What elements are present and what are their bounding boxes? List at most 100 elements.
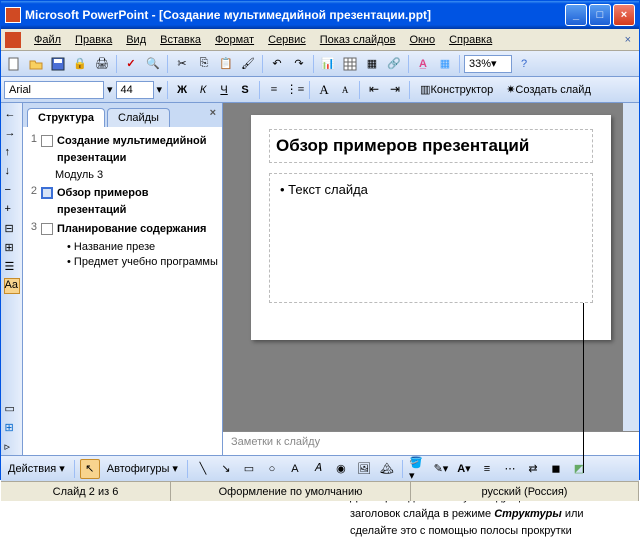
dropdown-icon[interactable]: ▾ bbox=[157, 83, 163, 96]
dropdown-icon[interactable]: ▾ bbox=[107, 83, 113, 96]
outline-bullet[interactable]: • Предмет учебно программы bbox=[67, 256, 218, 268]
arrow-icon[interactable]: ↘ bbox=[216, 459, 236, 479]
numbering-icon[interactable]: ≡ bbox=[265, 81, 283, 99]
cut-icon[interactable]: ✂ bbox=[172, 54, 192, 74]
collapse-all-icon[interactable]: ⊟ bbox=[4, 221, 20, 237]
arrow-style-icon[interactable]: ⇄ bbox=[523, 459, 543, 479]
line-style-icon[interactable]: ≡ bbox=[477, 459, 497, 479]
font-size-select[interactable]: 44 bbox=[116, 81, 154, 99]
shadow-style-icon[interactable]: ◼ bbox=[546, 459, 566, 479]
font-name-select[interactable]: Arial bbox=[4, 81, 104, 99]
print-icon[interactable]: 🖨 bbox=[92, 54, 112, 74]
font-color-icon[interactable]: A▾ bbox=[454, 459, 474, 479]
new-icon[interactable] bbox=[4, 54, 24, 74]
demote-icon[interactable]: → bbox=[4, 126, 20, 142]
bold-button[interactable]: Ж bbox=[173, 81, 191, 99]
hyperlink-icon[interactable]: 🔗 bbox=[384, 54, 404, 74]
new-slide-button[interactable]: ✷ Создать слайд bbox=[501, 80, 596, 100]
bullets-icon[interactable]: ⋮≡ bbox=[286, 81, 304, 99]
minimize-button[interactable]: _ bbox=[565, 4, 587, 26]
outline-item[interactable]: 1 Создание мультимедийной презентации bbox=[27, 133, 218, 166]
slide-body-placeholder[interactable]: • Текст слайда bbox=[269, 173, 593, 303]
menu-window[interactable]: Окно bbox=[403, 32, 443, 48]
tab-outline[interactable]: Структура bbox=[27, 108, 105, 127]
tables-borders-icon[interactable]: ▦ bbox=[362, 54, 382, 74]
move-up-icon[interactable]: ↑ bbox=[4, 145, 20, 161]
increase-indent-icon[interactable]: ⇥ bbox=[386, 81, 404, 99]
increase-font-icon[interactable]: A bbox=[315, 81, 333, 99]
actions-menu[interactable]: Действия ▾ bbox=[4, 462, 69, 475]
textbox-icon[interactable]: A bbox=[285, 459, 305, 479]
outline-subtitle[interactable]: Модуль 3 bbox=[55, 169, 218, 181]
slideshow-icon[interactable]: ▹ bbox=[4, 439, 20, 455]
menu-tools[interactable]: Сервис bbox=[261, 32, 313, 48]
open-icon[interactable] bbox=[26, 54, 46, 74]
menu-insert[interactable]: Вставка bbox=[153, 32, 208, 48]
menu-help[interactable]: Справка bbox=[442, 32, 499, 48]
menu-format[interactable]: Формат bbox=[208, 32, 261, 48]
oval-icon[interactable]: ○ bbox=[262, 459, 282, 479]
show-formatting-icon[interactable]: Aa bbox=[4, 278, 20, 294]
move-down-icon[interactable]: ↓ bbox=[4, 164, 20, 180]
normal-view-icon[interactable]: ▭ bbox=[4, 401, 20, 417]
spellcheck-icon[interactable]: ✓ bbox=[121, 54, 141, 74]
picture-icon[interactable]: 🏔 bbox=[377, 459, 397, 479]
show-grid-icon[interactable]: ▦ bbox=[435, 54, 455, 74]
fill-color-icon[interactable]: 🪣▾ bbox=[408, 459, 428, 479]
status-language[interactable]: русский (Россия) bbox=[411, 482, 639, 501]
slide-title-placeholder[interactable]: Обзор примеров презентаций bbox=[269, 129, 593, 163]
promote-icon[interactable]: ← bbox=[4, 107, 20, 123]
decrease-indent-icon[interactable]: ⇤ bbox=[365, 81, 383, 99]
help-icon[interactable]: ? bbox=[514, 54, 534, 74]
decrease-font-icon[interactable]: A bbox=[336, 81, 354, 99]
diagram-icon[interactable]: ◉ bbox=[331, 459, 351, 479]
outline-item[interactable]: 3 Планирование содержания bbox=[27, 221, 218, 238]
line-icon[interactable]: ╲ bbox=[193, 459, 213, 479]
redo-icon[interactable]: ↷ bbox=[289, 54, 309, 74]
wordart-icon[interactable]: 𝐴 bbox=[308, 459, 328, 479]
chart-icon[interactable]: 📊 bbox=[318, 54, 338, 74]
paste-icon[interactable]: 📋 bbox=[216, 54, 236, 74]
rectangle-icon[interactable]: ▭ bbox=[239, 459, 259, 479]
undo-icon[interactable]: ↶ bbox=[267, 54, 287, 74]
outline-content[interactable]: 1 Создание мультимедийной презентации Мо… bbox=[23, 127, 222, 455]
shadow-button[interactable]: S bbox=[236, 81, 254, 99]
collapse-icon[interactable]: − bbox=[4, 183, 20, 199]
format-painter-icon[interactable]: 🖌 bbox=[238, 54, 258, 74]
designer-button[interactable]: ▥ Конструктор bbox=[415, 80, 498, 100]
slide-icon[interactable] bbox=[41, 223, 53, 235]
menu-view[interactable]: Вид bbox=[119, 32, 153, 48]
copy-icon[interactable]: ⎘ bbox=[194, 54, 214, 74]
table-icon[interactable] bbox=[340, 54, 360, 74]
menu-slideshow[interactable]: Показ слайдов bbox=[313, 32, 403, 48]
summary-icon[interactable]: ☰ bbox=[4, 259, 20, 275]
expand-icon[interactable]: A̲ bbox=[413, 54, 433, 74]
autoshapes-menu[interactable]: Автофигуры ▾ bbox=[103, 462, 182, 475]
menu-edit[interactable]: Правка bbox=[68, 32, 119, 48]
line-color-icon[interactable]: ✎▾ bbox=[431, 459, 451, 479]
slide-bullet[interactable]: • Текст слайда bbox=[280, 182, 582, 197]
slide-icon[interactable] bbox=[41, 135, 53, 147]
expand-icon[interactable]: + bbox=[4, 202, 20, 218]
slide-area[interactable]: Обзор примеров презентаций • Текст слайд… bbox=[223, 103, 639, 431]
vertical-scrollbar[interactable] bbox=[623, 103, 639, 431]
italic-button[interactable]: К bbox=[194, 81, 212, 99]
tab-slides[interactable]: Слайды bbox=[107, 108, 170, 127]
slide-icon[interactable] bbox=[41, 187, 53, 199]
underline-button[interactable]: Ч bbox=[215, 81, 233, 99]
dash-style-icon[interactable]: ⋯ bbox=[500, 459, 520, 479]
maximize-button[interactable]: □ bbox=[589, 4, 611, 26]
help-question[interactable]: × bbox=[619, 32, 637, 48]
save-icon[interactable] bbox=[48, 54, 68, 74]
outline-item[interactable]: 2 Обзор примеров презентаций bbox=[27, 185, 218, 218]
menu-file[interactable]: Файл bbox=[27, 32, 68, 48]
permission-icon[interactable]: 🔒 bbox=[70, 54, 90, 74]
slide-sorter-icon[interactable]: ⊞ bbox=[4, 420, 20, 436]
notes-pane[interactable]: Заметки к слайду bbox=[223, 431, 639, 455]
expand-all-icon[interactable]: ⊞ bbox=[4, 240, 20, 256]
zoom-select[interactable]: 33% ▾ bbox=[464, 55, 512, 73]
research-icon[interactable]: 🔍 bbox=[143, 54, 163, 74]
close-button[interactable]: × bbox=[613, 4, 635, 26]
threed-style-icon[interactable]: ◩ bbox=[569, 459, 589, 479]
slide[interactable]: Обзор примеров презентаций • Текст слайд… bbox=[251, 115, 611, 340]
